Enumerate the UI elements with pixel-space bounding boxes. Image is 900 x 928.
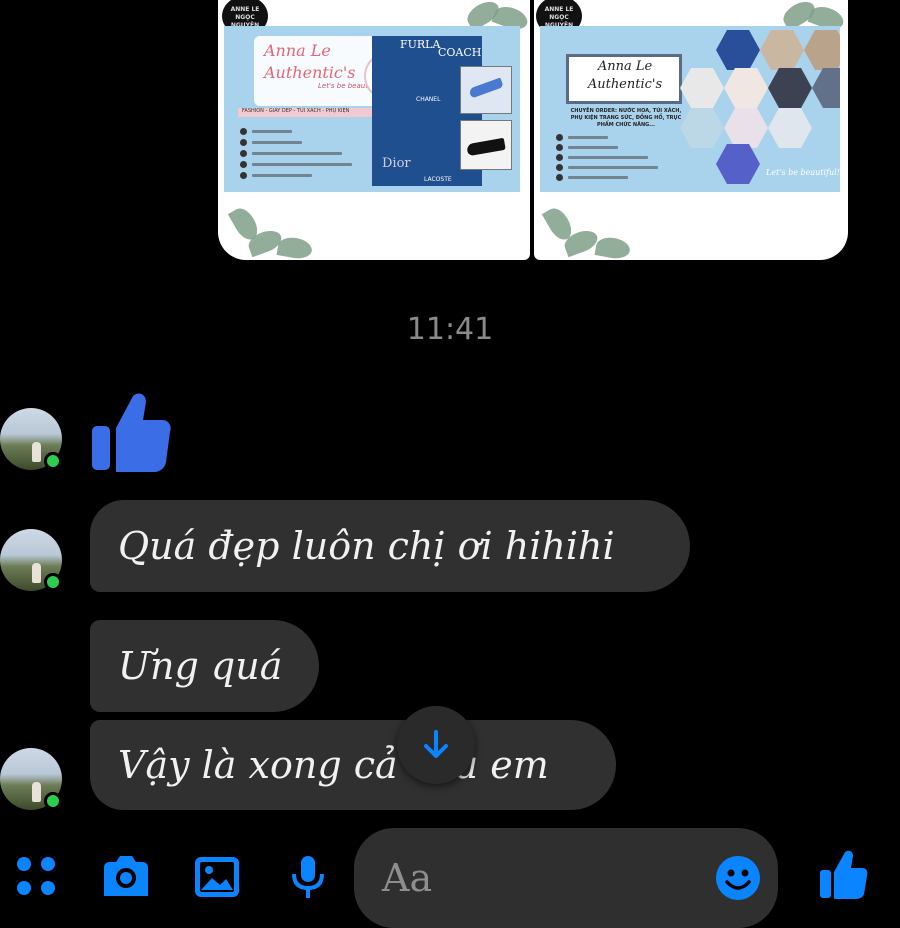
bag-photo: [680, 108, 724, 148]
message-input-placeholder: Aa: [382, 856, 433, 900]
contact-avatar[interactable]: [0, 408, 62, 470]
shoe-photo: [460, 66, 512, 114]
perfume-photo: [716, 30, 760, 70]
watch-photo: [768, 68, 812, 108]
online-status-dot: [44, 573, 62, 591]
services-text: CHUYÊN ORDER: NƯỚC HOA, TÚI XÁCH, PHỤ KI…: [570, 108, 682, 128]
image-icon: [195, 857, 239, 897]
women-photo: [724, 108, 768, 148]
gallery-button[interactable]: [192, 852, 242, 900]
brand-name: Anna Le Authentic's: [264, 41, 356, 82]
camera-button[interactable]: [100, 852, 152, 900]
shop-banner-left: Anna Le Authentic's Let's be beautiful! …: [224, 26, 520, 192]
message-bubble[interactable]: Vậy là xong cả của em: [90, 720, 616, 810]
heels-photo: [768, 108, 812, 148]
more-actions-button[interactable]: [12, 852, 60, 900]
cosmetics-photo: [716, 144, 760, 184]
clothing-photo: [804, 30, 840, 70]
message-text: Ưng quá: [118, 644, 283, 688]
message-bubble[interactable]: Quá đẹp luôn chị ơi hihihi: [90, 500, 690, 592]
brand-logo-furla: FURLA: [400, 38, 441, 51]
message-bubble[interactable]: Ưng quá: [90, 620, 319, 712]
send-like-button[interactable]: [818, 848, 868, 900]
arrow-down-icon: [424, 730, 448, 758]
shared-image-left[interactable]: ANNE LE NGỌC NGUYÊN Anna Le Authentic's …: [218, 0, 530, 260]
thumbs-up-icon: [820, 850, 868, 899]
online-status-dot: [44, 452, 62, 470]
message-text: Quá đẹp luôn chị ơi hihihi: [118, 524, 615, 568]
camera-icon: [104, 856, 148, 896]
rack-photo: [812, 68, 840, 108]
four-dots-icon: [17, 857, 55, 895]
leaf-decoration: [276, 235, 314, 260]
leaf-decoration: [594, 235, 632, 260]
voice-message-button[interactable]: [288, 852, 328, 900]
brand-name: Anna Le Authentic's: [587, 59, 663, 92]
message-input[interactable]: Aa: [354, 828, 778, 928]
tagline: Let's be beautiful!: [766, 168, 840, 177]
brand-logo-lacoste: LACOSTE: [424, 176, 452, 183]
contact-avatar[interactable]: [0, 748, 62, 810]
leather-shoe-photo: [460, 120, 512, 170]
model-photo: [724, 68, 768, 108]
thumbs-up-icon: [92, 393, 171, 472]
like-sticker-message[interactable]: [88, 388, 172, 474]
message-timestamp: 11:41: [406, 312, 494, 347]
shop-banner-right: Anna Le Authentic's CHUYÊN ORDER: NƯỚC H…: [540, 26, 840, 192]
smiley-icon: [716, 856, 760, 900]
brand-logo-coach: COACH: [438, 46, 482, 59]
sunglasses-photo: [680, 68, 724, 108]
fashion-photo: [760, 30, 804, 70]
scroll-to-bottom-button[interactable]: [397, 706, 475, 784]
shared-image-right[interactable]: ANNE LE NGỌC NGUYÊN Anna Le Authentic's …: [534, 0, 848, 260]
online-status-dot: [44, 792, 62, 810]
contact-avatar[interactable]: [0, 529, 62, 591]
brand-logo-chanel: CHANEL: [416, 96, 441, 103]
brand-logo-dior: Dior: [382, 156, 411, 171]
message-text: Vậy là xong cả của em: [118, 743, 549, 787]
emoji-button[interactable]: [714, 854, 762, 902]
microphone-icon: [292, 856, 324, 898]
